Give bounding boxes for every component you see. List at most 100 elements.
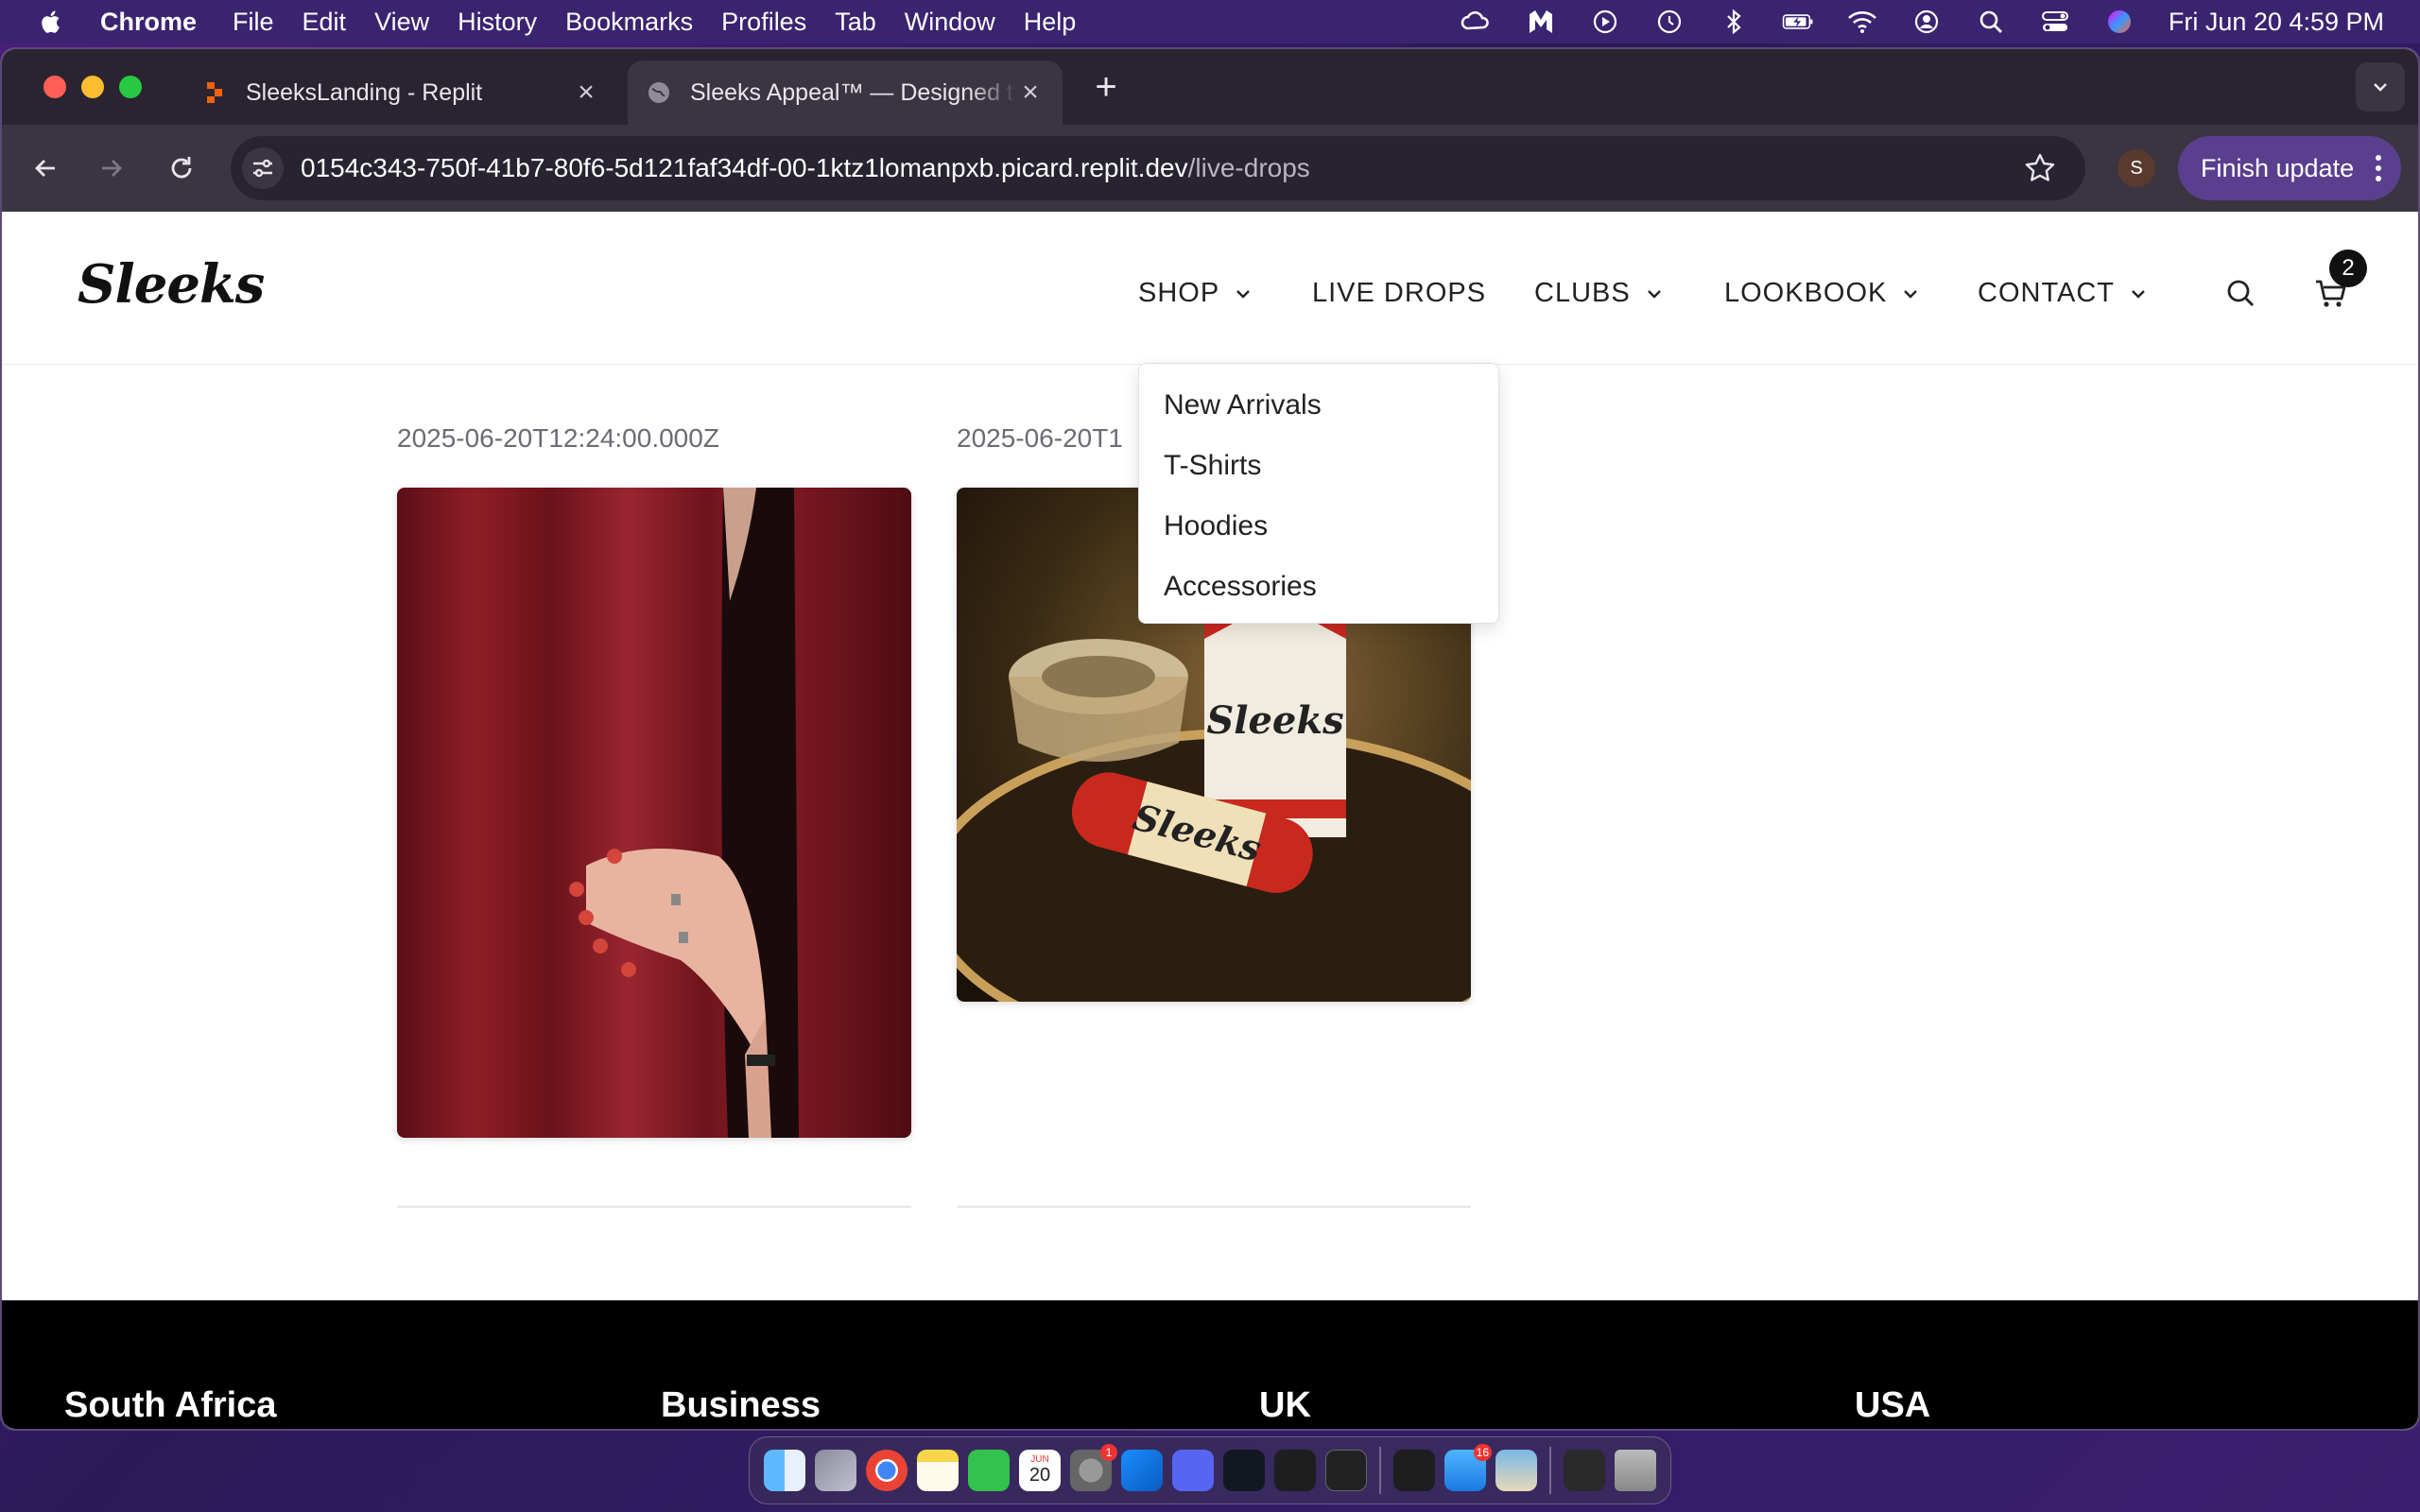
tab-sleeks-appeal[interactable]: Sleeks Appeal™ — Designed t ×	[628, 60, 1063, 125]
tab-close-icon[interactable]: ×	[573, 77, 599, 108]
profile-avatar[interactable]: S	[2118, 149, 2155, 187]
tab-search-chevron-icon[interactable]	[2356, 62, 2405, 112]
menu-profiles[interactable]: Profiles	[721, 8, 806, 37]
site-settings-icon[interactable]	[242, 147, 284, 189]
bluetooth-icon[interactable]	[1718, 9, 1750, 35]
footer-region-south-africa: South Africa	[64, 1385, 277, 1425]
preview-icon[interactable]	[1495, 1450, 1537, 1491]
tab-strip: SleeksLanding - Replit × Sleeks Appeal™ …	[2, 49, 2418, 125]
discord-icon[interactable]	[1172, 1450, 1214, 1491]
menu-view[interactable]: View	[374, 8, 429, 37]
apple-icon[interactable]	[36, 7, 66, 37]
finder-icon[interactable]	[764, 1450, 805, 1491]
zoom-window-button[interactable]	[119, 76, 142, 98]
play-icon[interactable]	[1589, 9, 1621, 35]
site-footer: South Africa Business UK USA	[2, 1300, 2418, 1429]
menu-file[interactable]: File	[233, 8, 274, 37]
close-window-button[interactable]	[43, 76, 66, 98]
calendar-icon[interactable]: JUN 20	[1019, 1450, 1061, 1491]
tab-sleekslanding-replit[interactable]: SleeksLanding - Replit ×	[183, 60, 618, 125]
nav-shop[interactable]: SHOP	[1138, 278, 1253, 309]
settings-badge: 1	[1100, 1444, 1117, 1461]
address-bar[interactable]: 0154c343-750f-41b7-80f6-5d121faf34df-00-…	[231, 136, 2085, 200]
facetime-icon[interactable]	[968, 1450, 1010, 1491]
menu-bookmarks[interactable]: Bookmarks	[565, 8, 693, 37]
card-divider	[957, 1206, 1471, 1208]
finish-update-button[interactable]: Finish update	[2178, 136, 2401, 200]
chevron-down-icon	[1236, 289, 1251, 299]
nav-lookbook-label: LOOKBOOK	[1724, 278, 1888, 308]
chevron-down-icon	[2132, 289, 2145, 299]
dock-separator	[1549, 1447, 1551, 1494]
footer-region-usa: USA	[1855, 1385, 1931, 1425]
sleeks-logo[interactable]: Sleeks	[78, 253, 265, 316]
battery-icon[interactable]	[1782, 9, 1814, 35]
trash-icon[interactable]	[1615, 1450, 1656, 1491]
nav-clubs[interactable]: CLUBS	[1534, 278, 1665, 309]
url-host: 0154c343-750f-41b7-80f6-5d121faf34df-00-…	[301, 153, 1188, 182]
time-machine-icon[interactable]	[1653, 9, 1685, 35]
spotlight-icon[interactable]	[1975, 9, 2007, 35]
user-icon[interactable]	[1910, 9, 1943, 35]
drop-date: 2025-06-20T12:24:00.000Z	[397, 423, 719, 453]
menu-window[interactable]: Window	[905, 8, 995, 37]
chrome-icon[interactable]	[866, 1450, 908, 1491]
shop-dropdown-menu: New Arrivals T-Shirts Hoodies Accessorie…	[1138, 363, 1499, 624]
tab-title: Sleeks Appeal™ — Designed t	[690, 78, 1013, 106]
nav-lookbook[interactable]: LOOKBOOK	[1724, 278, 1921, 309]
nav-contact[interactable]: CONTACT	[1978, 278, 2149, 309]
nav-live-drops-label: LIVE DROPS	[1312, 278, 1487, 308]
menu-history[interactable]: History	[458, 8, 537, 37]
reload-icon[interactable]	[163, 149, 200, 187]
launchpad-icon[interactable]	[815, 1450, 856, 1491]
menu-tab[interactable]: Tab	[835, 8, 876, 37]
woman-behind-red-curtain-image	[397, 488, 911, 1138]
menu-app-name[interactable]: Chrome	[100, 8, 197, 37]
cart-count-badge: 2	[2329, 249, 2367, 287]
new-tab-plus-icon[interactable]: +	[1087, 66, 1125, 108]
cube-app-icon[interactable]	[1274, 1450, 1316, 1491]
forward-arrow-icon[interactable]	[93, 149, 130, 187]
control-center-icon[interactable]	[2039, 9, 2071, 35]
menu-help[interactable]: Help	[1024, 8, 1077, 37]
shop-menu-new-arrivals[interactable]: New Arrivals	[1139, 375, 1498, 436]
cube-app-2-icon[interactable]	[1393, 1450, 1435, 1491]
web-page: Sleeks SHOP LIVE DROPS CLUBS LOOKBOOK CO…	[2, 212, 2418, 1429]
menu-edit[interactable]: Edit	[302, 8, 347, 37]
nav-live-drops[interactable]: LIVE DROPS	[1312, 278, 1486, 309]
malwarebytes-icon[interactable]	[1525, 9, 1557, 35]
testflight-icon[interactable]	[1121, 1450, 1163, 1491]
tradingview-icon[interactable]	[1223, 1450, 1265, 1491]
creative-cloud-icon[interactable]	[1461, 9, 1493, 35]
finish-update-label: Finish update	[2201, 153, 2355, 182]
calendar-month: JUN	[1030, 1454, 1049, 1465]
screen-capture-icon[interactable]	[1564, 1450, 1605, 1491]
minimize-window-button[interactable]	[81, 76, 104, 98]
url-path: /live-drops	[1187, 153, 1310, 182]
back-arrow-icon[interactable]	[26, 149, 64, 187]
mail-icon[interactable]: 16	[1444, 1444, 1492, 1491]
terminal-icon[interactable]	[1325, 1450, 1367, 1491]
search-icon[interactable]	[2221, 274, 2259, 312]
nav-shop-label: SHOP	[1138, 278, 1220, 308]
bookmark-star-icon[interactable]	[2023, 151, 2057, 185]
nav-contact-label: CONTACT	[1978, 278, 2116, 308]
siri-icon[interactable]	[2103, 9, 2135, 35]
notes-icon[interactable]	[917, 1450, 959, 1491]
drop-date: 2025-06-20T1	[957, 423, 1123, 453]
shop-menu-hoodies[interactable]: Hoodies	[1139, 496, 1498, 557]
wifi-icon[interactable]	[1846, 9, 1878, 35]
tab-close-icon[interactable]: ×	[1017, 77, 1044, 108]
menubar-clock[interactable]: Fri Jun 20 4:59 PM	[2169, 8, 2384, 37]
url-text: 0154c343-750f-41b7-80f6-5d121faf34df-00-…	[301, 153, 1310, 183]
macos-dock: JUN 20 1 16	[749, 1436, 1671, 1504]
shop-menu-accessories[interactable]: Accessories	[1139, 557, 1498, 617]
mail-badge: 16	[1473, 1444, 1492, 1461]
drop-card-curtain[interactable]	[397, 488, 911, 1138]
globe-icon	[648, 82, 669, 103]
footer-region-uk: UK	[1259, 1385, 1311, 1425]
system-settings-icon[interactable]: 1	[1070, 1444, 1117, 1491]
dock-separator	[1379, 1447, 1381, 1494]
browser-window: SleeksLanding - Replit × Sleeks Appeal™ …	[0, 47, 2420, 1431]
shop-menu-t-shirts[interactable]: T-Shirts	[1139, 436, 1498, 496]
